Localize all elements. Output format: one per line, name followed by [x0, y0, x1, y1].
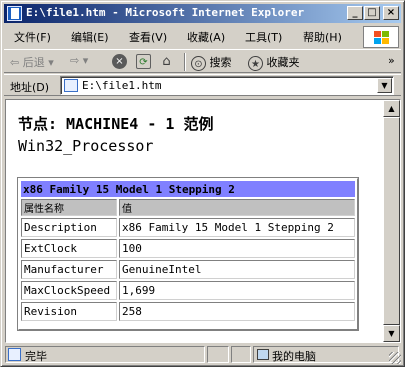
web-page: 节点: MACHINE4 - 1 范例 Win32_Processor x86 … — [6, 100, 382, 342]
address-bar: 地址(D) E:\file1.htm ▼ — [4, 74, 401, 96]
forward-arrow-icon: ⇨ — [70, 54, 80, 67]
property-value: 100 — [119, 239, 355, 258]
scroll-thumb[interactable] — [383, 117, 400, 325]
favorites-button[interactable]: ★ 收藏夹 — [248, 54, 300, 71]
window-title: E:\file1.htm - Microsoft Internet Explor… — [26, 6, 305, 19]
home-icon: ⌂ — [162, 54, 171, 69]
favorites-icon: ★ — [248, 55, 263, 71]
back-arrow-icon: ⇦ — [10, 56, 20, 69]
stop-icon: × — [112, 54, 127, 69]
ie-window: E:\file1.htm - Microsoft Internet Explor… — [0, 0, 405, 367]
forward-button[interactable]: ⇨ ▾ — [70, 54, 88, 67]
property-name: Description — [21, 218, 117, 237]
status-text: 完毕 — [25, 350, 47, 363]
status-pane-security — [231, 346, 251, 363]
table-row: ExtClock 100 — [21, 239, 355, 258]
table-row: Revision 258 — [21, 302, 355, 321]
menu-bar: 文件(F) 编辑(E) 查看(V) 收藏(A) 工具(T) 帮助(H) — [4, 25, 401, 47]
back-button[interactable]: ⇦ 后退 ▾ — [10, 54, 54, 70]
property-name: ExtClock — [21, 239, 117, 258]
menu-favorites[interactable]: 收藏(A) — [187, 29, 225, 45]
property-value: GenuineIntel — [119, 260, 355, 279]
computer-icon — [257, 349, 269, 360]
menu-edit[interactable]: 编辑(E) — [71, 29, 109, 45]
status-pane-progress — [207, 346, 229, 363]
minimize-button[interactable]: _ — [347, 6, 363, 20]
page-heading: 节点: MACHINE4 - 1 范例 — [18, 115, 214, 133]
property-value: 258 — [119, 302, 355, 321]
toolbar-chevron[interactable]: » — [388, 54, 395, 67]
address-dropdown-button[interactable]: ▼ — [377, 78, 392, 93]
address-value: E:\file1.htm — [82, 79, 162, 92]
content-area: 节点: MACHINE4 - 1 范例 Win32_Processor x86 … — [5, 99, 401, 343]
table-row: MaxClockSpeed 1,699 — [21, 281, 355, 300]
page-done-icon — [8, 348, 21, 361]
search-label: 搜索 — [209, 56, 232, 69]
status-pane-main: 完毕 — [5, 346, 205, 363]
toolbar-separator — [184, 53, 186, 71]
vertical-scrollbar[interactable]: ▲ ▼ — [383, 100, 400, 342]
scroll-up-button[interactable]: ▲ — [383, 100, 400, 117]
table-row: Description x86 Family 15 Model 1 Steppi… — [21, 218, 355, 237]
resize-grip[interactable] — [389, 352, 401, 364]
properties-table-frame: x86 Family 15 Model 1 Stepping 2 属性名称 值 … — [17, 177, 359, 331]
menu-view[interactable]: 查看(V) — [129, 29, 167, 45]
properties-table: x86 Family 15 Model 1 Stepping 2 属性名称 值 … — [19, 179, 357, 323]
back-dropdown-icon: ▾ — [48, 56, 54, 69]
page-icon — [64, 79, 78, 92]
favorites-label: 收藏夹 — [266, 56, 300, 69]
forward-dropdown-icon: ▾ — [82, 54, 89, 67]
zone-text: 我的电脑 — [272, 350, 316, 363]
address-input[interactable]: E:\file1.htm ▼ — [60, 76, 394, 95]
ie-page-icon — [7, 6, 22, 21]
property-name: Manufacturer — [21, 260, 117, 279]
address-label: 地址(D) — [10, 81, 50, 94]
property-value: x86 Family 15 Model 1 Stepping 2 — [119, 218, 355, 237]
column-header-property: 属性名称 — [21, 199, 117, 216]
stop-button[interactable]: × — [112, 54, 127, 69]
refresh-button[interactable]: ⟳ — [136, 54, 151, 69]
standard-toolbar: ⇦ 后退 ▾ ⇨ ▾ × ⟳ ⌂ ⊙ 搜索 ★ 收藏夹 » — [4, 49, 401, 73]
property-value: 1,699 — [119, 281, 355, 300]
windows-logo-icon — [363, 26, 399, 48]
property-name: Revision — [21, 302, 117, 321]
refresh-icon: ⟳ — [136, 54, 151, 69]
page-subheading: Win32_Processor — [18, 137, 154, 155]
search-button[interactable]: ⊙ 搜索 — [191, 54, 232, 71]
status-bar: 完毕 我的电脑 — [4, 345, 401, 364]
property-name: MaxClockSpeed — [21, 281, 117, 300]
table-caption: x86 Family 15 Model 1 Stepping 2 — [21, 181, 355, 197]
status-pane-zone: 我的电脑 — [253, 346, 399, 363]
table-row: Manufacturer GenuineIntel — [21, 260, 355, 279]
menu-help[interactable]: 帮助(H) — [303, 29, 342, 45]
scroll-down-button[interactable]: ▼ — [383, 325, 400, 342]
search-icon: ⊙ — [191, 55, 206, 71]
home-button[interactable]: ⌂ — [159, 54, 174, 69]
close-button[interactable]: × — [383, 6, 399, 20]
menu-tools[interactable]: 工具(T) — [245, 29, 282, 45]
back-label: 后退 — [22, 56, 45, 69]
title-bar[interactable]: E:\file1.htm - Microsoft Internet Explor… — [4, 4, 401, 23]
menu-file[interactable]: 文件(F) — [14, 29, 51, 45]
column-header-value: 值 — [119, 199, 355, 216]
maximize-button[interactable]: □ — [364, 6, 380, 20]
